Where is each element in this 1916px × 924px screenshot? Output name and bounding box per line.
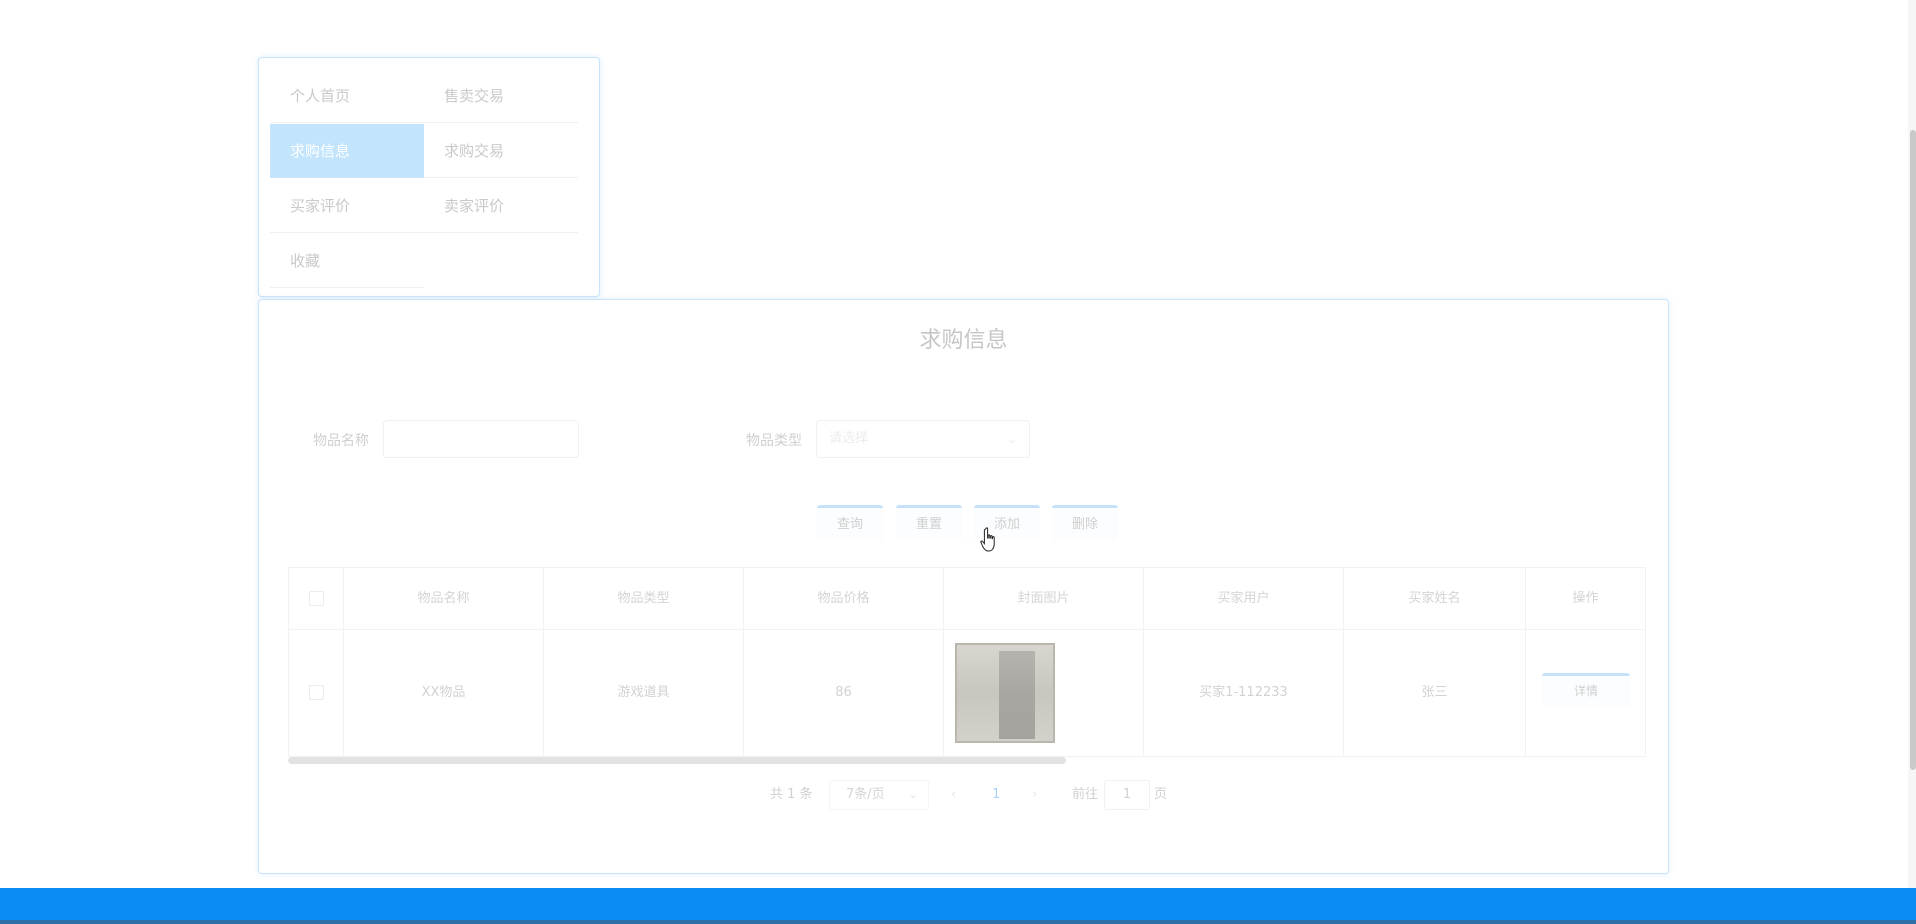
item-type-select[interactable]: 请选择 ⌄ [816,420,1030,458]
header-buyer-user: 买家用户 [1144,568,1344,630]
cover-frame [955,643,1055,743]
goto-page-input[interactable]: 1 [1104,780,1150,810]
header-item-price: 物品价格 [744,568,944,630]
item-name-input[interactable] [383,420,579,458]
delete-button[interactable]: 删除 [1052,505,1118,541]
reset-button[interactable]: 重置 [896,505,962,541]
item-type-label: 物品类型 [746,433,802,449]
footer-bar [0,888,1916,924]
row-select-cell [289,630,344,756]
next-page-icon[interactable]: › [1032,780,1037,810]
page-scrollbar-thumb[interactable] [1910,130,1916,770]
header-item-type: 物品类型 [544,568,744,630]
page-size-select[interactable]: 7条/页 ⌄ [829,780,929,810]
chevron-down-icon: ⌄ [1006,432,1017,446]
menu-item-favorites[interactable]: 收藏 [270,234,424,288]
select-all-cell [289,568,344,630]
pagination-total: 共 1 条 [770,787,813,802]
table-cell-item-type: 游戏道具 [544,630,744,756]
select-all-checkbox[interactable] [308,591,324,606]
menu-item-purchase-trade[interactable]: 求购交易 [424,124,578,178]
page-size-value: 7条/页 [846,787,885,802]
prev-page-icon[interactable]: ‹ [951,780,956,810]
table-cell-buyer-name: 张三 [1344,630,1526,756]
chevron-down-icon: ⌄ [908,788,918,801]
goto-prefix: 前往 [1072,787,1099,802]
menu-item-purchase-info[interactable]: 求购信息 [270,124,424,178]
menu-item-buyer-review[interactable]: 买家评价 [270,179,424,233]
item-type-placeholder: 请选择 [829,431,869,446]
table-cell-cover [944,630,1144,756]
detail-button[interactable]: 详情 [1542,673,1630,707]
header-cover-image: 封面图片 [944,568,1144,630]
table-cell-actions: 详情 [1526,630,1645,756]
row-checkbox[interactable] [308,685,324,700]
query-button[interactable]: 查询 [817,505,883,541]
table-cell-buyer-user: 买家1-112233 [1144,630,1344,756]
menu-item-seller-review[interactable]: 卖家评价 [424,179,578,233]
menu-item-home[interactable]: 个人首页 [270,69,424,123]
table-cell-item-name: XX物品 [344,630,544,756]
main-panel: 求购信息 物品名称 物品类型 请选择 ⌄ 查询 重置 添加 删除 物品名称 物品… [258,299,1669,874]
header-buyer-name: 买家姓名 [1344,568,1526,630]
table-cell-item-price: 86 [744,630,944,756]
header-actions: 操作 [1526,568,1645,630]
data-table: 物品名称 物品类型 物品价格 封面图片 买家用户 买家姓名 操作 XX物品 游戏… [288,567,1646,757]
current-page-number[interactable]: 1 [992,780,1000,810]
item-name-label: 物品名称 [313,433,369,449]
table-horizontal-scrollbar[interactable] [288,757,1066,764]
header-item-name: 物品名称 [344,568,544,630]
hand-cursor-icon [980,527,995,552]
side-menu: 个人首页 售卖交易 求购信息 求购交易 买家评价 卖家评价 收藏 [258,57,600,297]
goto-suffix: 页 [1154,787,1168,802]
menu-item-sale-trade[interactable]: 售卖交易 [424,69,578,123]
page-title: 求购信息 [919,328,1008,353]
footer-shade [0,920,1916,924]
cover-image[interactable] [955,643,1055,743]
